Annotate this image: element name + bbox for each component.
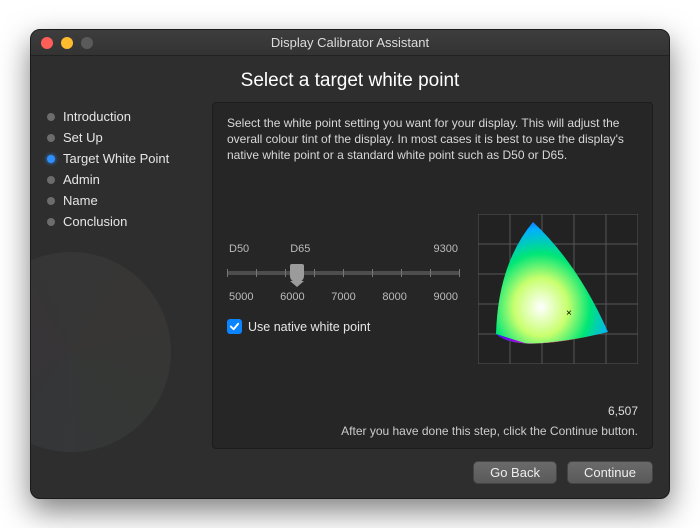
- tick-label: 7000: [331, 291, 355, 303]
- traffic-lights: [31, 37, 93, 49]
- native-whitepoint-checkbox[interactable]: [227, 319, 242, 334]
- step-dot-icon: [47, 197, 55, 205]
- whitepoint-readout: 6,507: [227, 404, 638, 418]
- sidebar-item-name: Name: [47, 190, 212, 211]
- window-title: Display Calibrator Assistant: [31, 35, 669, 50]
- check-icon: [229, 321, 240, 332]
- step-dot-icon: [47, 113, 55, 121]
- step-dot-icon: [47, 176, 55, 184]
- sidebar-item-label: Target White Point: [63, 151, 169, 166]
- sidebar-item-target-white-point: Target White Point: [47, 148, 212, 169]
- sidebar: Introduction Set Up Target White Point A…: [47, 102, 212, 449]
- tick-label: 5000: [229, 291, 253, 303]
- step-dot-icon: [47, 134, 55, 142]
- window: Display Calibrator Assistant Select a ta…: [30, 29, 670, 499]
- svg-text:×: ×: [566, 308, 572, 319]
- sidebar-item-introduction: Introduction: [47, 106, 212, 127]
- tick-label: D65: [290, 243, 310, 255]
- close-icon[interactable]: [41, 37, 53, 49]
- sidebar-item-label: Introduction: [63, 109, 131, 124]
- tick-label: 6000: [280, 291, 304, 303]
- sidebar-item-admin: Admin: [47, 169, 212, 190]
- step-dot-icon: [47, 218, 55, 226]
- tick-label: D50: [229, 243, 249, 255]
- checkbox-label: Use native white point: [248, 320, 370, 334]
- main-panel: Select the white point setting you want …: [212, 102, 653, 449]
- footer: Go Back Continue: [31, 449, 669, 498]
- maximize-icon: [81, 37, 93, 49]
- titlebar: Display Calibrator Assistant: [31, 30, 669, 56]
- go-back-button[interactable]: Go Back: [473, 461, 557, 484]
- step-dot-icon: [47, 155, 55, 163]
- whitepoint-slider[interactable]: [227, 261, 460, 285]
- minimize-icon[interactable]: [61, 37, 73, 49]
- whitepoint-slider-group: D50 D65 9300: [227, 243, 460, 334]
- tick-label: 9300: [434, 243, 458, 255]
- sidebar-item-conclusion: Conclusion: [47, 211, 212, 232]
- tick-label: 8000: [382, 291, 406, 303]
- slider-thumb[interactable]: [290, 264, 304, 282]
- description-text: Select the white point setting you want …: [227, 115, 638, 164]
- continue-hint: After you have done this step, click the…: [227, 424, 638, 438]
- slider-top-labels: D50 D65 9300: [229, 243, 458, 255]
- sidebar-item-label: Set Up: [63, 130, 103, 145]
- gamut-diagram: ×: [478, 214, 638, 364]
- page-title: Select a target white point: [31, 56, 669, 102]
- sidebar-item-label: Admin: [63, 172, 100, 187]
- sidebar-item-setup: Set Up: [47, 127, 212, 148]
- tick-label: 9000: [434, 291, 458, 303]
- continue-button[interactable]: Continue: [567, 461, 653, 484]
- slider-bottom-labels: 5000 6000 7000 8000 9000: [229, 291, 458, 303]
- sidebar-item-label: Conclusion: [63, 214, 127, 229]
- sidebar-item-label: Name: [63, 193, 98, 208]
